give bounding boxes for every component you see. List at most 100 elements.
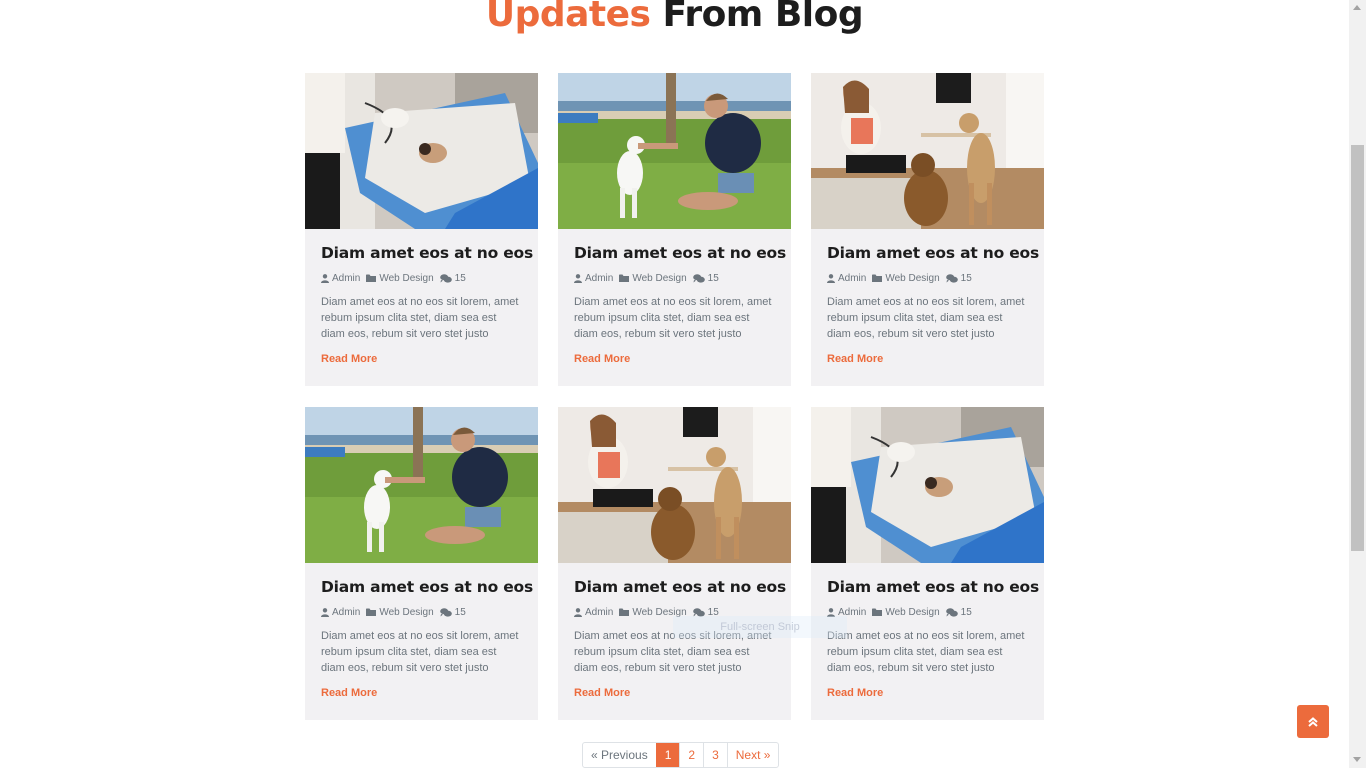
meta-author: Admin bbox=[574, 607, 613, 618]
meta-comments-count: 15 bbox=[707, 272, 719, 284]
meta-comments-count: 15 bbox=[454, 606, 466, 618]
meta-comments-count: 15 bbox=[960, 606, 972, 618]
scroll-up-arrow-icon[interactable] bbox=[1353, 5, 1361, 10]
blog-card-title[interactable]: Diam amet eos at no eos bbox=[827, 244, 1039, 266]
blog-card-image-woman-dogs-room[interactable] bbox=[558, 407, 791, 563]
user-icon bbox=[321, 607, 329, 617]
blog-card-excerpt: Diam amet eos at no eos sit lorem, amet … bbox=[827, 630, 1025, 674]
blog-card-title[interactable]: Diam amet eos at no eos bbox=[321, 244, 533, 266]
meta-comments: 15 bbox=[945, 606, 972, 618]
pagination-next[interactable]: Next » bbox=[726, 743, 779, 767]
blog-card-title[interactable]: Diam amet eos at no eos bbox=[574, 244, 786, 266]
folder-icon bbox=[619, 274, 630, 282]
blog-card: Diam amet eos at no eos Admin Web Design… bbox=[558, 73, 791, 386]
folder-icon bbox=[619, 608, 630, 616]
blog-card-title[interactable]: Diam amet eos at no eos bbox=[574, 578, 786, 600]
blog-card-meta: Admin Web Design 15 bbox=[574, 271, 775, 285]
scrollbar-thumb[interactable] bbox=[1351, 145, 1364, 551]
blog-card: Diam amet eos at no eos Admin Web Design… bbox=[811, 73, 1044, 386]
user-icon bbox=[321, 273, 329, 283]
meta-comments: 15 bbox=[439, 606, 466, 618]
section-title-accent: Updates bbox=[485, 0, 651, 35]
comments-icon bbox=[945, 607, 958, 617]
meta-author-label: Admin bbox=[332, 272, 361, 284]
blog-card-meta: Admin Web Design 15 bbox=[321, 605, 522, 619]
meta-author: Admin bbox=[321, 607, 360, 618]
double-chevron-up-icon bbox=[1308, 716, 1318, 727]
pagination-page-1[interactable]: 1 bbox=[655, 743, 680, 767]
section-title-rest: From Blog bbox=[662, 0, 864, 35]
blog-card: Diam amet eos at no eos Admin Web Design… bbox=[811, 407, 1044, 720]
blog-card-image-man-dog-beach[interactable] bbox=[558, 73, 791, 229]
comments-icon bbox=[439, 273, 452, 283]
comments-icon bbox=[692, 273, 705, 283]
meta-author: Admin bbox=[574, 273, 613, 284]
meta-category-label: Web Design bbox=[379, 272, 434, 284]
pagination-previous[interactable]: « Previous bbox=[583, 743, 656, 767]
read-more-link[interactable]: Read More bbox=[827, 353, 883, 365]
comments-icon bbox=[439, 607, 452, 617]
meta-author-label: Admin bbox=[585, 606, 614, 618]
blog-card-body: Diam amet eos at no eos Admin Web Design… bbox=[305, 229, 538, 367]
user-icon bbox=[574, 607, 582, 617]
meta-author-label: Admin bbox=[585, 272, 614, 284]
blog-card-image-man-dog-beach[interactable] bbox=[305, 407, 538, 563]
blog-card-image-woman-dogs-room[interactable] bbox=[811, 73, 1044, 229]
blog-card: Diam amet eos at no eos Admin Web Design… bbox=[305, 407, 538, 720]
user-icon bbox=[574, 273, 582, 283]
section-title: Updates From Blog bbox=[0, 0, 1349, 35]
scroll-down-arrow-icon[interactable] bbox=[1353, 757, 1361, 762]
blog-card-title[interactable]: Diam amet eos at no eos bbox=[827, 578, 1039, 600]
meta-category: Web Design bbox=[872, 272, 940, 284]
screen-snip-label: Full-screen Snip bbox=[720, 621, 800, 633]
meta-author: Admin bbox=[321, 273, 360, 284]
meta-category: Web Design bbox=[872, 606, 940, 618]
blog-card-excerpt: Diam amet eos at no eos sit lorem, amet … bbox=[827, 296, 1025, 340]
back-to-top-button[interactable] bbox=[1297, 705, 1329, 738]
blog-card-excerpt: Diam amet eos at no eos sit lorem, amet … bbox=[321, 296, 519, 340]
meta-category-label: Web Design bbox=[632, 272, 687, 284]
blog-card-body: Diam amet eos at no eos Admin Web Design… bbox=[811, 229, 1044, 367]
blog-card: Diam amet eos at no eos Admin Web Design… bbox=[558, 407, 791, 720]
meta-author: Admin bbox=[827, 273, 866, 284]
read-more-link[interactable]: Read More bbox=[321, 353, 377, 365]
pagination-page-2[interactable]: 2 bbox=[679, 743, 703, 767]
comments-icon bbox=[945, 273, 958, 283]
pagination: « Previous 1 2 3 Next » bbox=[582, 742, 780, 768]
blog-card-meta: Admin Web Design 15 bbox=[827, 605, 1028, 619]
screen-snip-toast: Full-screen Snip bbox=[673, 616, 847, 638]
meta-author-label: Admin bbox=[838, 272, 867, 284]
blog-card-image-vet-puppy[interactable] bbox=[811, 407, 1044, 563]
meta-category: Web Design bbox=[619, 272, 687, 284]
meta-comments-count: 15 bbox=[454, 272, 466, 284]
folder-icon bbox=[366, 274, 377, 282]
blog-card-body: Diam amet eos at no eos Admin Web Design… bbox=[305, 563, 538, 701]
meta-category-label: Web Design bbox=[885, 606, 940, 618]
blog-card-excerpt: Diam amet eos at no eos sit lorem, amet … bbox=[574, 296, 772, 340]
blog-card-meta: Admin Web Design 15 bbox=[321, 271, 522, 285]
blog-card-excerpt: Diam amet eos at no eos sit lorem, amet … bbox=[321, 630, 519, 674]
meta-category-label: Web Design bbox=[379, 606, 434, 618]
folder-icon bbox=[872, 274, 883, 282]
read-more-link[interactable]: Read More bbox=[827, 687, 883, 699]
meta-comments-count: 15 bbox=[960, 272, 972, 284]
blog-card-title[interactable]: Diam amet eos at no eos bbox=[321, 578, 533, 600]
meta-comments: 15 bbox=[945, 272, 972, 284]
meta-category: Web Design bbox=[366, 606, 434, 618]
blog-card-body: Diam amet eos at no eos Admin Web Design… bbox=[558, 229, 791, 367]
folder-icon bbox=[872, 608, 883, 616]
blog-card-meta: Admin Web Design 15 bbox=[827, 271, 1028, 285]
folder-icon bbox=[366, 608, 377, 616]
blog-card: Diam amet eos at no eos Admin Web Design… bbox=[305, 73, 538, 386]
blog-card-image-vet-puppy[interactable] bbox=[305, 73, 538, 229]
meta-author-label: Admin bbox=[332, 606, 361, 618]
pagination-page-3[interactable]: 3 bbox=[703, 743, 727, 767]
read-more-link[interactable]: Read More bbox=[321, 687, 377, 699]
meta-comments: 15 bbox=[439, 272, 466, 284]
meta-category: Web Design bbox=[366, 272, 434, 284]
meta-category-label: Web Design bbox=[885, 272, 940, 284]
read-more-link[interactable]: Read More bbox=[574, 687, 630, 699]
meta-comments: 15 bbox=[692, 272, 719, 284]
user-icon bbox=[827, 273, 835, 283]
read-more-link[interactable]: Read More bbox=[574, 353, 630, 365]
